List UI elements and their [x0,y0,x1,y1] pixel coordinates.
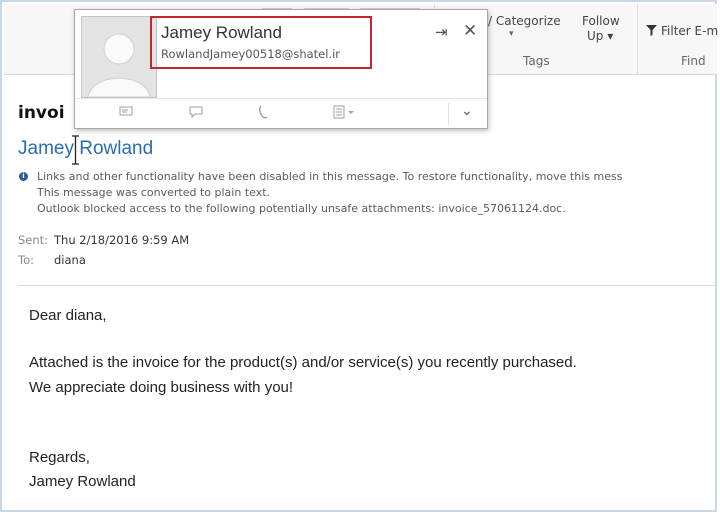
follow-up-dropdown[interactable]: Up ▾ [587,29,613,43]
contact-email[interactable]: RowlandJamey00518@shatel.ir [161,47,340,61]
more-info-icon[interactable] [333,105,355,123]
tags-group-label: Tags [523,54,550,68]
body-signature: Jamey Rowland [29,473,136,490]
sent-value: Thu 2/18/2016 9:59 AM [54,233,190,247]
chat-icon[interactable] [189,105,203,123]
to-label: To: [18,253,34,267]
contact-card: Jamey Rowland RowlandJamey00518@shatel.i… [74,9,488,129]
phone-icon[interactable] [258,105,270,123]
body-line-2: We appreciate doing business with you! [29,379,294,396]
body-line-1: Attached is the invoice for the product(… [29,354,577,371]
sender-name-link[interactable]: Jamey Rowland [18,138,153,160]
card-actions-separator [448,103,449,125]
info-icon: i [19,172,28,181]
header-divider [18,285,716,286]
follow-up-button[interactable]: Follow [582,14,620,28]
contact-name: Jamey Rowland [161,23,282,42]
info-bar-line-2: This message was converted to plain text… [37,186,271,199]
info-bar-line-3: Outlook blocked access to the following … [37,202,566,215]
message-subject: invoi [18,103,65,123]
email-icon[interactable] [119,105,133,121]
ribbon-separator [637,4,638,74]
text-cursor-icon [72,135,79,165]
filter-icon [646,25,657,39]
sent-label: Sent: [18,233,49,247]
close-icon[interactable]: ✕ [463,21,477,41]
to-recipient[interactable]: diana [54,253,86,267]
body-closing: Regards, [29,449,90,466]
categorize-dropdown-arrow[interactable]: ▾ [509,29,514,39]
pin-icon[interactable]: ⇥ [435,23,448,41]
avatar [81,16,157,98]
person-placeholder-icon [82,17,156,97]
contact-card-actions: ⌄ [75,98,487,129]
categorize-button[interactable]: / Categorize [488,14,561,28]
info-bar-line-1[interactable]: Links and other functionality have been … [37,170,622,183]
filter-email-button[interactable]: Filter E-m [661,24,718,38]
body-greeting: Dear diana, [29,307,107,324]
chevron-down-icon[interactable]: ⌄ [461,103,473,119]
find-group-label: Find [681,54,706,68]
